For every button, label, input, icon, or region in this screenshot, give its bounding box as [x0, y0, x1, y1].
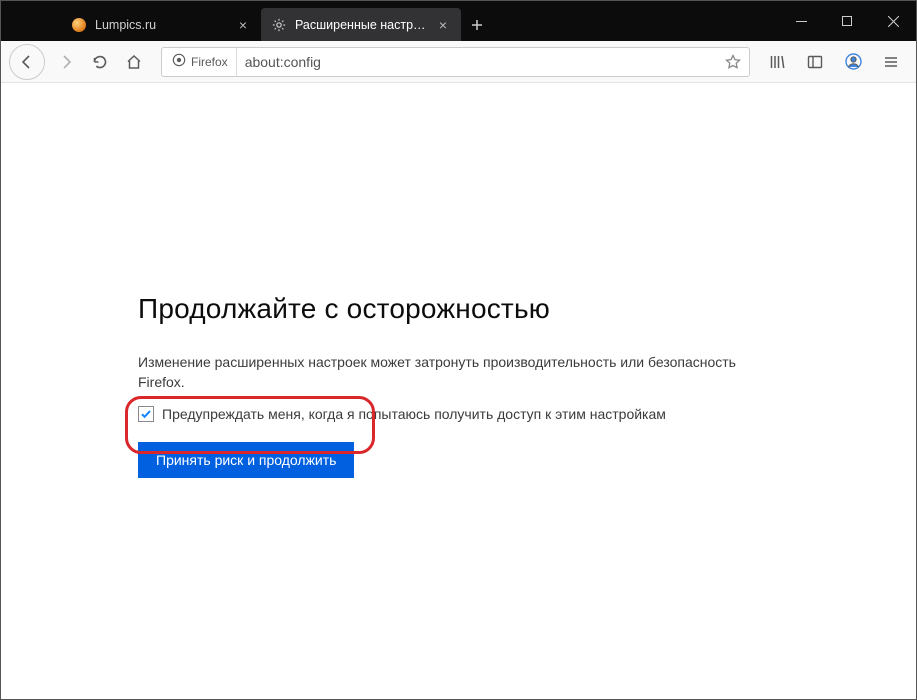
bookmark-star-button[interactable] — [719, 48, 747, 76]
tab-close-button[interactable]: × — [435, 17, 451, 33]
back-button[interactable] — [9, 44, 45, 80]
toolbar-right-icons — [760, 45, 910, 79]
window-controls — [778, 1, 916, 41]
tab-label: Расширенные настройки — [295, 18, 429, 32]
close-window-button[interactable] — [870, 1, 916, 41]
tab-about-config[interactable]: Расширенные настройки × — [261, 8, 461, 41]
nav-toolbar: Firefox — [1, 41, 916, 83]
firefox-logo-icon — [172, 53, 186, 70]
forward-button[interactable] — [49, 45, 83, 79]
maximize-button[interactable] — [824, 1, 870, 41]
warning-heading: Продолжайте с осторожностью — [138, 293, 778, 325]
titlebar: Lumpics.ru × Расширенные настройки × — [1, 1, 916, 41]
lumpics-favicon-icon — [71, 17, 87, 33]
tab-strip: Lumpics.ru × Расширенные настройки × — [61, 8, 493, 41]
minimize-button[interactable] — [778, 1, 824, 41]
page-content: Продолжайте с осторожностью Изменение ра… — [1, 83, 916, 699]
library-button[interactable] — [760, 45, 794, 79]
about-config-warning: Продолжайте с осторожностью Изменение ра… — [138, 293, 778, 478]
tab-label: Lumpics.ru — [95, 18, 229, 32]
identity-label: Firefox — [191, 55, 228, 69]
home-button[interactable] — [117, 45, 151, 79]
sidebar-button[interactable] — [798, 45, 832, 79]
new-tab-button[interactable] — [461, 8, 493, 41]
reload-button[interactable] — [83, 45, 117, 79]
warn-checkbox-row[interactable]: Предупреждать меня, когда я попытаюсь по… — [138, 406, 778, 422]
warn-checkbox[interactable] — [138, 406, 154, 422]
accept-risk-button[interactable]: Принять риск и продолжить — [138, 442, 354, 478]
account-button[interactable] — [836, 45, 870, 79]
warning-description: Изменение расширенных настроек может зат… — [138, 353, 778, 392]
tab-close-button[interactable]: × — [235, 17, 251, 33]
url-bar[interactable]: Firefox — [161, 47, 750, 77]
warn-checkbox-label: Предупреждать меня, когда я попытаюсь по… — [162, 406, 666, 422]
identity-box[interactable]: Firefox — [164, 48, 237, 76]
app-menu-button[interactable] — [874, 45, 908, 79]
tab-lumpics[interactable]: Lumpics.ru × — [61, 8, 261, 41]
url-input[interactable] — [237, 48, 719, 76]
firefox-settings-icon — [271, 17, 287, 33]
